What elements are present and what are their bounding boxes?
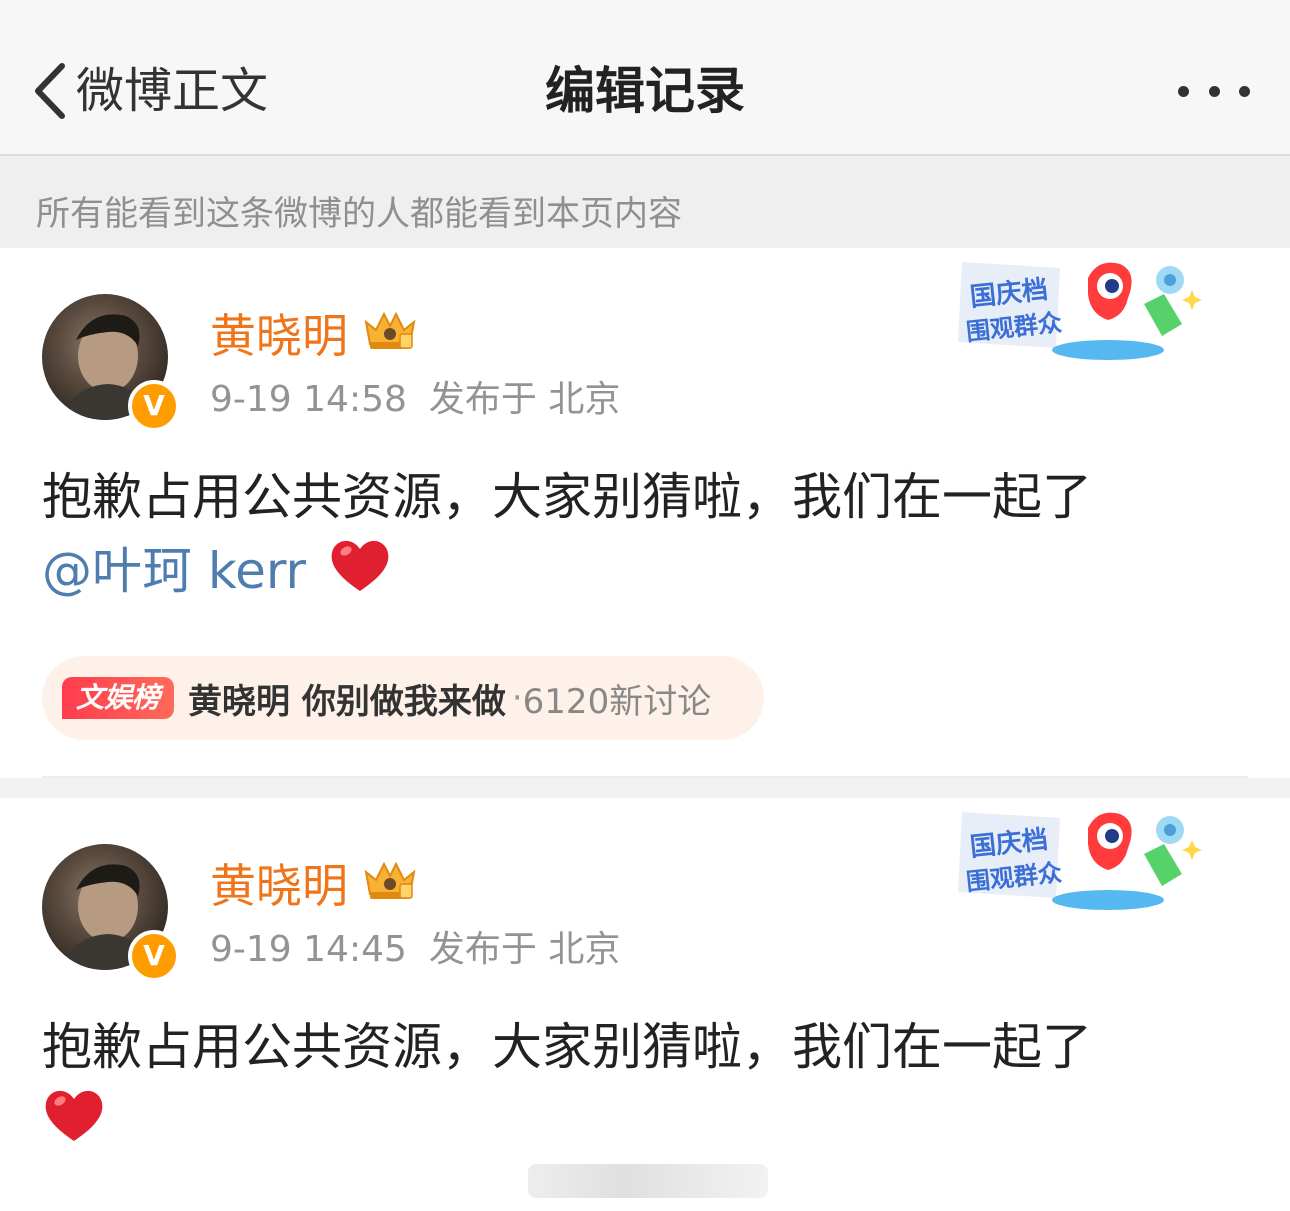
post-meta: 9-19 14:45 发布于 北京	[210, 926, 620, 974]
edit-record-item: V 黄晓明 9-19 14:58 发布于 北京 国庆档 围观群众 抱歉占用公共资源…	[0, 248, 1290, 776]
post-content: 抱歉占用公共资源，大家别猜啦，我们在一起了	[42, 1010, 1230, 1165]
mention-link[interactable]: @叶珂 kerr	[42, 542, 306, 600]
page-title: 编辑记录	[545, 62, 745, 120]
post-text: 抱歉占用公共资源，大家别猜啦，我们在一起了	[42, 468, 1092, 526]
national-day-sticker-icon: 国庆档 围观群众	[958, 812, 1202, 910]
avatar[interactable]: V	[42, 844, 180, 982]
post-content: 抱歉占用公共资源，大家别猜啦，我们在一起了 @叶珂 kerr	[42, 460, 1230, 615]
topic-name: 黄晓明 你别做我来做	[188, 681, 506, 722]
avatar[interactable]: V	[42, 294, 180, 432]
verified-badge: V	[128, 380, 180, 432]
national-day-sticker-icon: 国庆档 围观群众	[958, 262, 1202, 360]
username-text: 黄晓明	[210, 309, 348, 363]
more-options-icon[interactable]	[1178, 80, 1250, 102]
username-text: 黄晓明	[210, 859, 348, 913]
verified-badge: V	[128, 930, 180, 982]
username[interactable]: 黄晓明	[210, 308, 418, 364]
post-location: 发布于 北京	[428, 929, 621, 970]
card-gap	[0, 778, 1290, 798]
post-text: 抱歉占用公共资源，大家别猜啦，我们在一起了	[42, 1018, 1092, 1076]
post-meta: 9-19 14:58 发布于 北京	[210, 376, 620, 424]
vip-crown-icon[interactable]	[362, 858, 418, 914]
topic-count: 6120新讨论	[522, 681, 712, 722]
heart-icon	[42, 1085, 106, 1165]
blurred-watermark	[528, 1164, 768, 1198]
nav-bar: 微博正文 编辑记录	[0, 0, 1290, 156]
post-time: 9-19 14:58	[210, 379, 407, 420]
notice-text: 所有能看到这条微博的人都能看到本页内容	[36, 194, 682, 234]
username[interactable]: 黄晓明	[210, 858, 418, 914]
topic-separator: ·	[511, 678, 523, 718]
post-location: 发布于 北京	[428, 379, 621, 420]
edit-record-item: V 黄晓明 9-19 14:45 发布于 北京 国庆档 围观群众 抱歉占用公共资源…	[0, 798, 1290, 1211]
heart-icon	[328, 535, 392, 615]
vip-crown-icon[interactable]	[362, 308, 418, 364]
visibility-notice: 所有能看到这条微博的人都能看到本页内容	[0, 156, 1290, 248]
hot-topic-card[interactable]: 文娱榜 黄晓明 你别做我来做 · 6120新讨论	[42, 656, 764, 740]
post-time: 9-19 14:45	[210, 929, 407, 970]
topic-tag: 文娱榜	[62, 677, 175, 719]
